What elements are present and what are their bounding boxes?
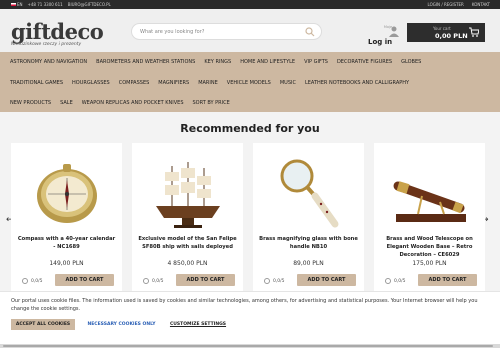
product-card[interactable]: Brass magnifying glass with bone handle … xyxy=(253,143,364,293)
telescope-image[interactable] xyxy=(388,156,472,232)
product-rating: 0,0/5 xyxy=(264,278,285,284)
add-to-cart-button[interactable]: ADD TO CART xyxy=(55,274,114,286)
cookie-banner: Our portal uses cookie files. The inform… xyxy=(0,291,500,348)
product-price: 89,00 PLN xyxy=(293,260,324,267)
phone-link[interactable]: +48 71 3300 611 xyxy=(28,2,63,7)
product-rating: 0,0/5 xyxy=(22,278,43,284)
search-icon[interactable] xyxy=(305,27,315,37)
cart-amount: 0,00 PLN xyxy=(435,32,468,40)
nav-row-1: ASTRONOMY AND NAVIGATION BAROMETERS AND … xyxy=(10,59,430,65)
nav-item[interactable]: COMPASSES xyxy=(119,80,150,86)
add-to-cart-button[interactable]: ADD TO CART xyxy=(176,274,235,286)
top-bar: EN +48 71 3300 611 BIURO@GIFTDECO.PL LOG… xyxy=(0,0,500,9)
nav-item[interactable]: NEW PRODUCTS xyxy=(10,100,51,106)
nav-item[interactable]: MAGNIFIERS xyxy=(158,80,189,86)
nav-item[interactable]: LEATHER NOTEBOOKS AND CALLIGRAPHY xyxy=(305,80,409,86)
logo[interactable]: giftdeco xyxy=(11,19,104,44)
nav-row-2: TRADITIONAL GAMES HOURGLASSES COMPASSES … xyxy=(10,80,418,86)
nav-item[interactable]: GLOBES xyxy=(401,59,421,65)
nav-item[interactable]: TRADITIONAL GAMES xyxy=(10,80,63,86)
section-title: Recommended for you xyxy=(180,122,320,135)
scrollbar-thumb[interactable] xyxy=(3,345,493,347)
nav-item[interactable]: VIP GIFTS xyxy=(304,59,328,65)
product-price: 4 850,00 PLN xyxy=(167,260,208,267)
nav-row-3: NEW PRODUCTS SALE WEAPON REPLICAS AND PO… xyxy=(10,100,239,106)
compass-image[interactable] xyxy=(25,156,109,232)
category-nav: ASTRONOMY AND NAVIGATION BAROMETERS AND … xyxy=(0,52,500,112)
login-label[interactable]: Log in xyxy=(368,38,392,46)
cart-icon xyxy=(469,27,479,37)
product-name[interactable]: Brass and Wood Telescope on Elegant Wood… xyxy=(379,235,480,259)
nav-item[interactable]: BAROMETERS AND WEATHER STATIONS xyxy=(96,59,195,65)
login-register-link[interactable]: LOGIN / REGISTER xyxy=(428,2,464,7)
rating-icon xyxy=(264,278,270,284)
email-link[interactable]: BIURO@GIFTDECO.PL xyxy=(68,2,111,7)
nav-item[interactable]: WEAPON REPLICAS AND POCKET KNIVES xyxy=(82,100,184,106)
nav-item[interactable]: HOURGLASSES xyxy=(72,80,110,86)
magnifying-glass-image[interactable] xyxy=(267,156,351,232)
language-selector[interactable]: EN xyxy=(11,2,23,7)
product-rating: 0,0/5 xyxy=(385,278,406,284)
user-icon[interactable] xyxy=(389,26,399,37)
add-to-cart-button[interactable]: ADD TO CART xyxy=(418,274,477,286)
customize-settings-link[interactable]: CUSTOMIZE SETTINGS xyxy=(167,319,229,330)
rating-icon xyxy=(143,278,149,284)
header: giftdeco Nietuzinkowe rzeczy i prezenty … xyxy=(0,9,500,52)
search-placeholder: What are you looking for? xyxy=(140,29,205,35)
nav-item[interactable]: ASTRONOMY AND NAVIGATION xyxy=(10,59,87,65)
add-to-cart-button[interactable]: ADD TO CART xyxy=(297,274,356,286)
flag-icon xyxy=(11,3,16,6)
product-name[interactable]: Compass with a 40-year calendar - NC1689 xyxy=(16,235,117,251)
nav-item[interactable]: KEY RINGS xyxy=(204,59,231,65)
cart-button[interactable]: Your cart 0,00 PLN xyxy=(407,23,485,42)
nav-item[interactable]: DECORATIVE FIGURES xyxy=(337,59,392,65)
nav-item[interactable]: SALE xyxy=(60,100,73,106)
product-card[interactable]: Compass with a 40-year calendar - NC1689… xyxy=(11,143,122,293)
rating-icon xyxy=(22,278,28,284)
nav-item[interactable]: SORT BY PRICE xyxy=(193,100,230,106)
product-card[interactable]: Brass and Wood Telescope on Elegant Wood… xyxy=(374,143,485,293)
logo-tagline: Nietuzinkowe rzeczy i prezenty xyxy=(11,42,82,47)
necessary-cookies-button[interactable]: NECESSARY COOKIES ONLY xyxy=(83,319,160,330)
contact-link[interactable]: KONTAKT xyxy=(472,2,490,7)
product-price: 149,00 PLN xyxy=(49,260,84,267)
nav-item[interactable]: MUSIC xyxy=(280,80,296,86)
rating-icon xyxy=(385,278,391,284)
product-price: 175,00 PLN xyxy=(412,260,447,267)
search-input[interactable]: What are you looking for? xyxy=(131,23,322,40)
nav-item[interactable]: MARINE xyxy=(198,80,218,86)
horizontal-scrollbar[interactable] xyxy=(0,344,500,348)
nav-item[interactable]: HOME AND LIFESTYLE xyxy=(240,59,295,65)
product-name[interactable]: Brass magnifying glass with bone handle … xyxy=(258,235,359,251)
product-rating: 0,0/5 xyxy=(143,278,164,284)
product-card[interactable]: Exclusive model of the San Felipe SF80B … xyxy=(132,143,243,293)
product-name[interactable]: Exclusive model of the San Felipe SF80B … xyxy=(137,235,238,251)
accept-all-cookies-button[interactable]: ACCEPT ALL COOKIES xyxy=(11,319,75,330)
nav-item[interactable]: VEHICLE MODELS xyxy=(227,80,271,86)
cart-small-label: Your cart xyxy=(433,26,451,31)
ship-model-image[interactable] xyxy=(146,156,230,232)
cookie-text: Our portal uses cookie files. The inform… xyxy=(11,298,478,312)
